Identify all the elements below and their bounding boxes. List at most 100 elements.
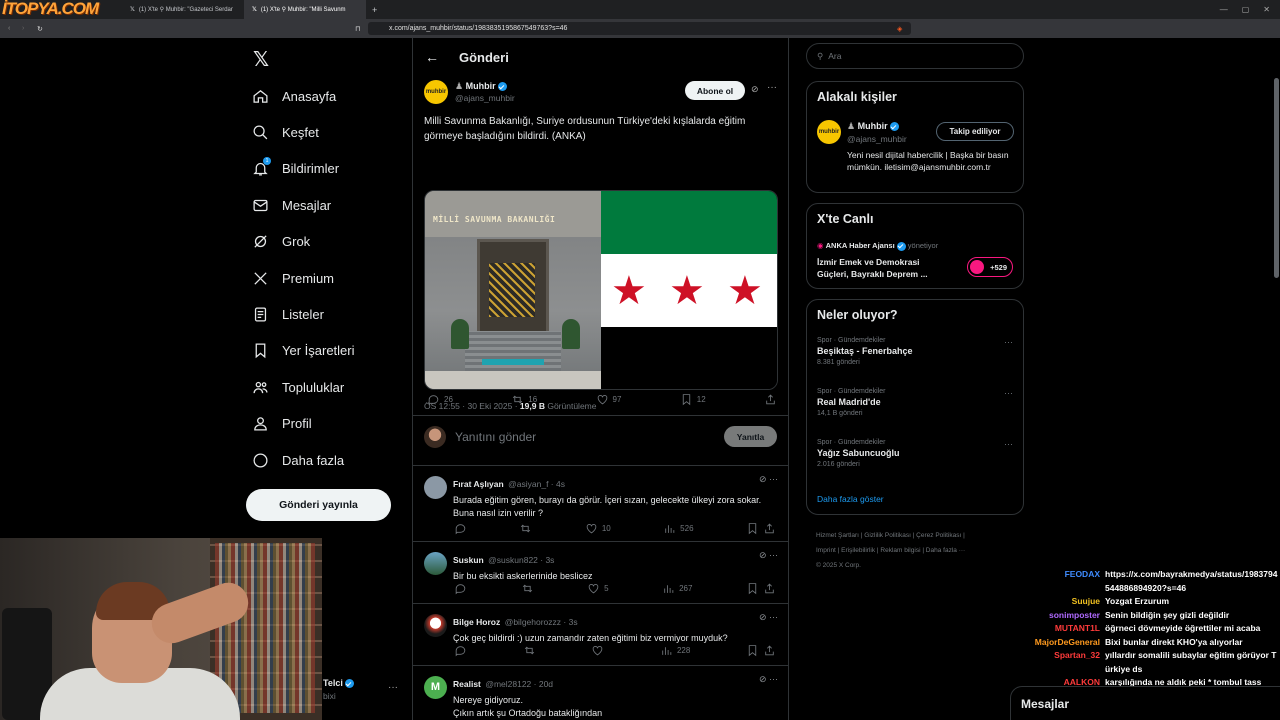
- reply-author[interactable]: Suskun: [453, 555, 484, 565]
- reply-button[interactable]: [454, 644, 467, 657]
- reply-button[interactable]: [454, 522, 467, 535]
- share-icon[interactable]: [763, 582, 776, 595]
- live-title[interactable]: İzmir Emek ve Demokrasi Güçleri, Bayrakl…: [817, 256, 952, 280]
- like-button[interactable]: 97: [596, 393, 621, 406]
- sidebar-item-profile[interactable]: Profil: [252, 406, 355, 442]
- like-button[interactable]: 5: [587, 582, 609, 595]
- reply-handle[interactable]: @suskun822 · 3s: [488, 555, 554, 565]
- avatar[interactable]: [424, 552, 447, 575]
- reply-author[interactable]: Fırat Aşlıyan: [453, 479, 504, 489]
- avatar[interactable]: M: [424, 676, 447, 699]
- bookmark-button[interactable]: [746, 644, 776, 657]
- sidebar-item-notifications[interactable]: 1 Bildirimler: [252, 151, 355, 187]
- back-icon[interactable]: ‹: [8, 25, 10, 32]
- live-host[interactable]: ◉ ANKA Haber Ajansı yönetiyor: [817, 241, 938, 251]
- reply-item[interactable]: Fırat Aşlıyan @asiyan_f · 4s Burada eğit…: [413, 465, 788, 543]
- reply-item[interactable]: M Realist @mel28122 · 20d Nereye gidiyor…: [413, 665, 788, 720]
- tweet-handle[interactable]: @ajans_muhbir: [455, 93, 515, 103]
- sidebar-item-premium[interactable]: Premium: [252, 260, 355, 296]
- related-handle[interactable]: @ajans_muhbir: [847, 134, 907, 144]
- grok-icon[interactable]: ⊘: [751, 84, 759, 95]
- reply-handle[interactable]: @asiyan_f · 4s: [508, 479, 565, 489]
- repost-button[interactable]: 16: [511, 393, 537, 406]
- show-more-link[interactable]: Daha fazla göster: [817, 494, 884, 504]
- brave-shield-icon[interactable]: ◈: [897, 25, 902, 33]
- views-button[interactable]: 228: [660, 644, 690, 657]
- reply-input[interactable]: Yanıtını gönder: [455, 430, 536, 444]
- more-options-icon[interactable]: ⊘ ···: [759, 674, 778, 685]
- share-icon[interactable]: [763, 522, 776, 535]
- back-arrow-icon[interactable]: ←: [425, 49, 459, 65]
- reply-handle[interactable]: @mel28122 · 20d: [485, 679, 553, 689]
- related-name[interactable]: ♟ Muhbir: [847, 121, 899, 132]
- like-button[interactable]: [591, 644, 604, 657]
- tab-2[interactable]: 𝕏 (1) X'te ⚲ Muhbir: "Milli Savunm: [244, 0, 366, 19]
- tweet-media[interactable]: MİLLİ SAVUNMA BAKANLIĞI ★ ★ ★: [424, 190, 778, 390]
- x-logo-icon[interactable]: 𝕏: [253, 47, 269, 72]
- footer-line[interactable]: Hizmet Şartları | Gizlilik Politikası | …: [816, 528, 1016, 543]
- sidebar-item-more[interactable]: Daha fazla: [252, 442, 355, 478]
- subscribe-button[interactable]: Abone ol: [685, 81, 745, 100]
- live-listener-count[interactable]: +529: [967, 257, 1013, 277]
- minimize-icon[interactable]: —: [1220, 5, 1228, 14]
- url-bar[interactable]: x.com/ajans_muhbir/status/19838351958675…: [368, 22, 911, 35]
- more-options-icon[interactable]: ⊘ ···: [759, 474, 778, 485]
- more-options-icon[interactable]: ···: [388, 682, 398, 693]
- views-button[interactable]: 267: [662, 582, 692, 595]
- new-tab-button[interactable]: +: [366, 5, 377, 15]
- more-options-icon[interactable]: ⊘ ···: [759, 612, 778, 623]
- share-icon[interactable]: [763, 644, 776, 657]
- building-photo[interactable]: MİLLİ SAVUNMA BAKANLIĞI: [425, 191, 601, 389]
- more-options-icon[interactable]: ···: [767, 82, 777, 93]
- trend-item[interactable]: Spor · Gündemdekiler Yağız Sabuncuoğlu 2…: [817, 439, 1013, 468]
- following-button[interactable]: Takip ediliyor: [936, 122, 1014, 141]
- scrollbar[interactable]: [1274, 78, 1279, 278]
- like-button[interactable]: 10: [585, 522, 611, 535]
- views-button[interactable]: 526: [663, 522, 694, 535]
- messages-drawer[interactable]: Mesajlar: [1010, 686, 1280, 720]
- sidebar-item-bookmarks[interactable]: Yer İşaretleri: [252, 333, 355, 369]
- post-button[interactable]: Gönderi yayınla: [246, 489, 391, 521]
- reload-icon[interactable]: ↻: [37, 25, 43, 33]
- avatar[interactable]: muhbir: [817, 120, 841, 144]
- trend-item[interactable]: Spor · Gündemdekiler Real Madrid'de 14,1…: [817, 388, 1013, 417]
- repost-button[interactable]: [521, 582, 534, 595]
- sidebar-item-home[interactable]: Anasayfa: [252, 78, 355, 114]
- more-options-icon[interactable]: ···: [1004, 337, 1013, 347]
- reply-item[interactable]: Suskun @suskun822 · 3s Bir bu eksikti as…: [413, 541, 788, 603]
- reply-author[interactable]: Realist: [453, 679, 481, 689]
- bookmark-page-icon[interactable]: ⊓: [355, 25, 360, 33]
- sidebar-item-communities[interactable]: Topluluklar: [252, 369, 355, 405]
- more-options-icon[interactable]: ···: [1004, 439, 1013, 449]
- reply-item[interactable]: Bilge Horoz @bilgehorozzz · 3s Çok geç b…: [413, 603, 788, 665]
- repost-button[interactable]: [519, 522, 532, 535]
- trend-item[interactable]: Spor · Gündemdekiler Beşiktaş - Fenerbah…: [817, 337, 1013, 366]
- bookmark-button[interactable]: [746, 522, 776, 535]
- avatar[interactable]: [424, 614, 447, 637]
- repost-button[interactable]: [523, 644, 536, 657]
- footer-line[interactable]: Imprint | Erişilebilirlik | Reklam bilgi…: [816, 543, 1016, 558]
- reply-handle[interactable]: @bilgehorozzz · 3s: [505, 617, 578, 627]
- forward-icon[interactable]: ›: [22, 25, 24, 32]
- bookmark-button[interactable]: 12: [680, 393, 706, 406]
- sidebar-item-messages[interactable]: Mesajlar: [252, 187, 355, 223]
- share-button[interactable]: [764, 393, 777, 406]
- sidebar-item-lists[interactable]: Listeler: [252, 296, 355, 332]
- sidebar-item-grok[interactable]: Grok: [252, 224, 355, 260]
- reply-button[interactable]: 26: [427, 393, 453, 406]
- search-input[interactable]: ⚲ Ara: [806, 43, 1024, 69]
- close-icon[interactable]: ✕: [1263, 5, 1270, 14]
- reply-button[interactable]: [454, 582, 467, 595]
- account-switcher[interactable]: Telci: [323, 678, 354, 689]
- tweet-author[interactable]: ♟ Muhbir: [455, 81, 507, 92]
- flag-photo[interactable]: ★ ★ ★: [601, 191, 777, 389]
- more-options-icon[interactable]: ···: [1004, 388, 1013, 398]
- more-options-icon[interactable]: ⊘ ···: [759, 550, 778, 561]
- avatar[interactable]: muhbir: [424, 80, 448, 104]
- maximize-icon[interactable]: ▢: [1242, 5, 1250, 14]
- sidebar-item-explore[interactable]: Keşfet: [252, 114, 355, 150]
- tab-1[interactable]: 𝕏 (1) X'te ⚲ Muhbir: "Gazeteci Serdar: [122, 0, 244, 19]
- reply-author[interactable]: Bilge Horoz: [453, 617, 500, 627]
- reply-submit-button[interactable]: Yanıtla: [724, 426, 777, 447]
- bookmark-button[interactable]: [746, 582, 776, 595]
